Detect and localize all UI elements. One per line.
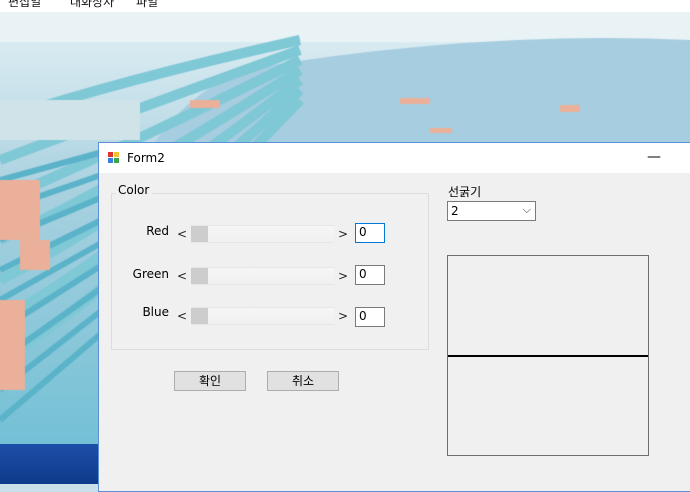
minimize-button[interactable]: — [639,143,669,173]
scrollbar-thumb[interactable] [191,226,208,242]
preview-line [448,355,648,357]
blue-value-field[interactable]: 0 [355,307,385,327]
line-width-selected-value: 2 [451,204,459,218]
red-label: Red [146,224,169,238]
cancel-button[interactable]: 취소 [267,371,339,391]
scroll-right-arrow-icon[interactable]: > [336,307,350,325]
chevron-down-icon[interactable]: ⌵ [523,203,531,217]
green-label: Green [132,267,169,281]
red-value-field[interactable]: 0 [355,223,385,243]
scroll-left-arrow-icon[interactable]: < [175,225,189,243]
title-bar[interactable]: Form2 — [99,143,690,173]
form2-window: Form2 — Color Red < > 0 Green < > 0 Blue… [98,142,690,492]
bg-menu-item[interactable]: 파일 [136,0,158,10]
green-scrollbar[interactable]: < > [175,267,350,285]
scroll-left-arrow-icon[interactable]: < [175,307,189,325]
bg-menu-item[interactable]: 편집일 [8,0,41,10]
color-group-label: Color [115,183,153,197]
line-preview-panel [447,255,649,456]
app-icon [108,152,120,164]
window-title: Form2 [127,151,165,165]
scrollbar-track[interactable] [191,267,334,285]
taskbar [0,444,100,484]
red-scrollbar[interactable]: < > [175,225,350,243]
line-width-select[interactable]: 2 ⌵ [447,201,536,221]
ok-button[interactable]: 확인 [174,371,246,391]
scroll-right-arrow-icon[interactable]: > [336,225,350,243]
scrollbar-thumb[interactable] [191,308,208,324]
line-width-label: 선굵기 [448,185,482,199]
scroll-left-arrow-icon[interactable]: < [175,267,189,285]
blue-label: Blue [142,305,169,319]
scroll-right-arrow-icon[interactable]: > [336,267,350,285]
scrollbar-track[interactable] [191,225,334,243]
background-menu-strip: 편집일 대화상자 파일 [0,0,690,12]
scrollbar-track[interactable] [191,307,334,325]
bg-menu-item[interactable]: 대화상자 [70,0,114,10]
blue-scrollbar[interactable]: < > [175,307,350,325]
scrollbar-thumb[interactable] [191,268,208,284]
green-value-field[interactable]: 0 [355,265,385,285]
